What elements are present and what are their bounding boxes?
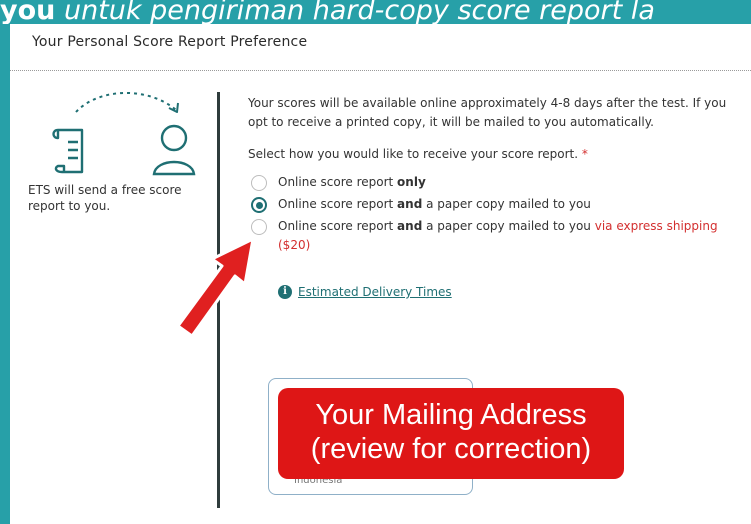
dashed-curved-arrow-icon [75,92,177,113]
intro-text: Your scores will be available online app… [248,96,727,129]
prompt-label: Select how you would like to receive you… [248,147,582,161]
radio-button-selected[interactable] [251,197,267,213]
red-pointer-arrow-icon [176,237,255,338]
top-banner: you untuk pengiriman hard-copy score rep… [0,0,751,24]
radio-option-express-shipping[interactable]: Online score report and a paper copy mai… [248,217,738,255]
required-marker: * [581,147,588,161]
delivery-illustration [52,92,196,176]
section-title: Your Personal Score Report Preference [32,34,308,50]
option-label-tail: a paper copy mailed to you [422,219,595,233]
banner-italic-text: untuk pengiriman hard-copy score report … [55,0,655,24]
option-label: Online score report [278,175,398,189]
callout-line-1: Your Mailing Address [315,399,587,431]
scroll-document-icon [52,128,84,174]
option-label-tail: a paper copy mailed to you [422,197,591,211]
callout-line-2: (review for correction) [310,433,592,465]
banner-bold-text: you [0,0,56,24]
mailing-address-callout: Your Mailing Address (review for correct… [278,388,624,479]
edge-letter: a [10,29,11,45]
dotted-divider [10,70,751,71]
side-note: ETS will send a free score report to you… [28,183,182,213]
preference-content: Your scores will be available online app… [248,94,738,299]
option-label-bold: only [397,175,426,189]
prompt-text: Select how you would like to receive you… [248,147,738,161]
radio-option-online-only[interactable]: Online score report only [248,173,738,192]
radio-option-paper-copy[interactable]: Online score report and a paper copy mai… [248,195,738,214]
option-label: Online score report [278,219,398,233]
option-label-bold: and [397,197,423,211]
person-icon [152,124,196,176]
info-icon: i [278,285,292,299]
option-label: Online score report [278,197,398,211]
option-label-bold: and [397,219,423,233]
radio-button[interactable] [251,175,267,191]
score-report-panel: a Your Personal Score Report Preference … [10,24,751,524]
estimated-delivery-link[interactable]: Estimated Delivery Times [298,285,452,299]
estimated-delivery-link-row[interactable]: i Estimated Delivery Times [278,285,738,299]
